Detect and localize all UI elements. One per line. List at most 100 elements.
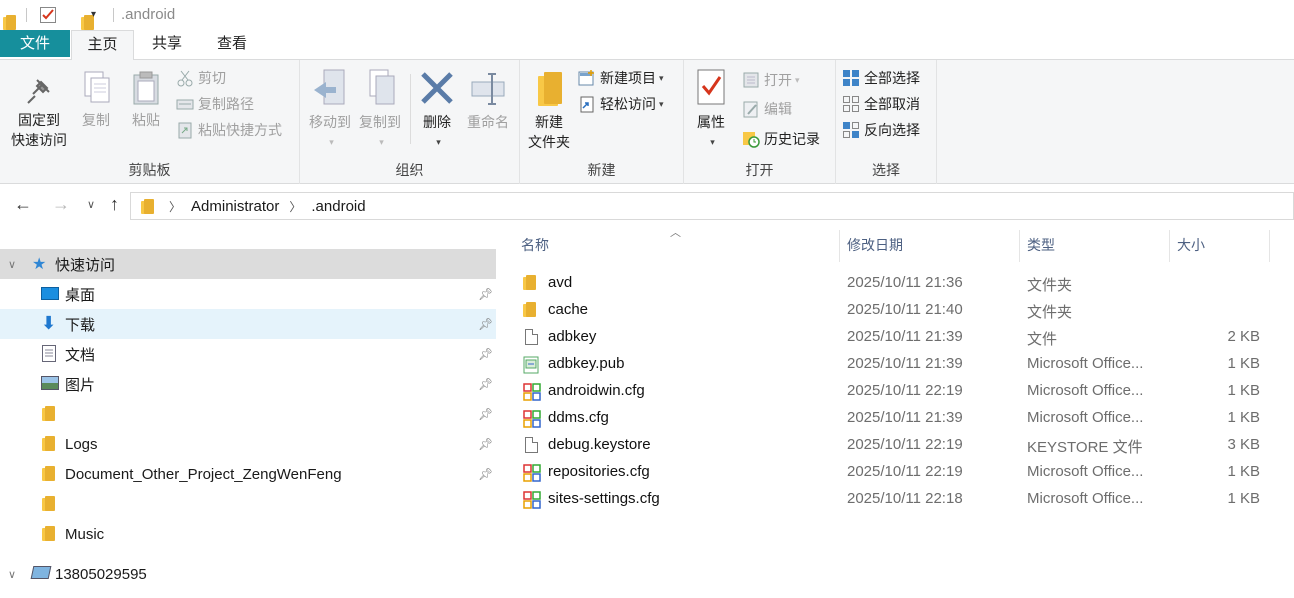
history-button[interactable]: 历史记录 [742,128,820,150]
column-header-type[interactable]: 类型 [1027,230,1167,268]
file-modified-date: 2025/10/11 21:40 [847,301,963,318]
column-divider[interactable] [839,230,840,262]
copy-to-button[interactable]: 复制到 ▾ [354,68,406,152]
nav-item-documents[interactable]: 文档 📌︎ [0,339,496,369]
chevron-down-icon: ▾ [329,137,334,147]
copy-path-icon [176,95,194,113]
pin-icon[interactable]: 📌︎ [478,407,493,421]
pin-icon[interactable]: 📌︎ [478,287,493,301]
address-bar[interactable]: 〉 Administrator 〉 .android [130,192,1294,220]
back-arrow-icon[interactable]: ← [14,194,32,215]
file-row[interactable]: androidwin.cfg 2025/10/11 22:19 Microsoft … [505,378,1294,405]
group-label-clipboard: 剪贴板 [128,162,171,178]
pin-icon[interactable]: 📌︎ [478,347,493,361]
file-type: Microsoft Office... [1027,463,1144,480]
file-row[interactable]: cache 2025/10/11 21:40 文件夹 [505,297,1294,324]
paste-button[interactable]: 粘贴 [124,70,168,130]
tab-file[interactable]: 文件 [0,30,70,57]
delete-button[interactable]: 删除 ▾ [414,68,460,152]
group-label-new: 新建 [587,162,616,178]
pin-icon[interactable]: 📌︎ [478,317,493,331]
new-folder-button[interactable]: 新建 文件夹 [524,70,574,152]
file-modified-date: 2025/10/11 22:18 [847,490,963,507]
file-row[interactable]: debug.keystore 2025/10/11 22:19 KEYSTORE 文… [505,432,1294,459]
file-icon [523,437,539,453]
tab-home[interactable]: 主页 [71,30,134,61]
nav-item-folder[interactable]: 📌︎ [0,399,496,429]
breadcrumb-separator[interactable]: 〉 [289,198,301,215]
nav-item-desktop[interactable]: 桌面 📌︎ [0,279,496,309]
file-row[interactable]: adbkey.pub 2025/10/11 21:39 Microsoft Offi… [505,351,1294,378]
column-divider[interactable] [1019,230,1020,262]
file-row[interactable]: adbkey 2025/10/11 21:39 文件 2 KB [505,324,1294,351]
copy-button[interactable]: 复制 [76,70,116,130]
nav-item-project-folder[interactable]: Document_Other_Project_ZengWenFeng 📌︎ [0,459,496,489]
easy-access-button[interactable]: 轻松访问 ▾ [578,93,664,115]
cut-button[interactable]: 剪切 [176,67,226,89]
forward-arrow-icon[interactable]: → [52,194,70,215]
column-header-modified[interactable]: 修改日期 [847,230,1017,268]
file-row[interactable]: ddms.cfg 2025/10/11 21:39 Microsoft Office… [505,405,1294,432]
column-divider[interactable] [1169,230,1170,262]
config-file-icon [523,464,541,482]
properties-button[interactable]: 属性 ▾ [690,68,732,152]
new-item-button[interactable]: 新建项目 ▾ [578,67,664,89]
nav-item-logs[interactable]: Logs 📌︎ [0,429,496,459]
paste-shortcut-button[interactable]: 粘贴快捷方式 [176,119,282,141]
chevron-down-icon: ▾ [436,137,441,147]
up-arrow-icon[interactable]: ↑ [110,194,119,215]
invert-selection-button[interactable]: 反向选择 [842,119,920,141]
select-none-button[interactable]: 全部取消 [842,93,920,115]
group-organize: 移动到 ▾ 复制到 ▾ 删除 ▾ 重命名 组织 [300,60,520,184]
edit-button[interactable]: 编辑 [742,98,792,120]
nav-this-pc[interactable]: ∨ 13805029595 [0,559,496,589]
properties-check-icon[interactable] [40,7,56,23]
rename-icon [470,68,506,108]
customize-toolbar-icon[interactable]: ▾ [91,9,107,25]
tab-share[interactable]: 共享 [136,30,198,60]
expand-chevron-icon[interactable]: ∨ [8,258,16,271]
nav-item-music[interactable]: Music [0,519,496,549]
file-type: 文件 [1027,331,1058,348]
breadcrumb-android[interactable]: .android [311,198,365,215]
file-name: androidwin.cfg [548,382,645,399]
nav-quick-access[interactable]: ∨ ★ 快速访问 [0,249,496,279]
column-header-name[interactable]: 名称 [521,230,837,268]
nav-item-folder[interactable] [0,489,496,519]
file-icon [523,329,539,345]
copy-path-label: 复制路径 [198,96,254,112]
breadcrumb-administrator[interactable]: Administrator [191,198,279,215]
select-all-button[interactable]: 全部选择 [842,67,920,89]
column-header-size[interactable]: 大小 [1177,230,1269,268]
group-new: 新建 文件夹 新建项目 ▾ 轻松访问 ▾ 新建 [520,60,684,184]
select-all-icon [842,69,860,87]
column-divider[interactable] [1269,230,1270,262]
file-row[interactable]: avd 2025/10/11 21:36 文件夹 [505,270,1294,297]
recent-locations-chevron-icon[interactable]: ∨ [87,198,95,211]
config-file-icon [523,383,541,401]
nav-item-downloads[interactable]: ⬇ 下载 📌︎ [0,309,496,339]
move-to-button[interactable]: 移动到 ▾ [304,68,356,152]
pin-icon[interactable]: 📌︎ [478,377,493,391]
file-row[interactable]: repositories.cfg 2025/10/11 22:19 Microsof… [505,459,1294,486]
pin-icon[interactable]: 📌︎ [478,467,493,481]
delete-x-icon [419,68,455,108]
folder-icon [42,466,56,481]
paste-icon [129,70,163,106]
chevron-down-icon: ▾ [659,98,664,109]
nav-item-pictures[interactable]: 图片 📌︎ [0,369,496,399]
open-button[interactable]: 打开 ▾ [742,69,800,91]
pin-to-quick-access-button[interactable]: 固定到 快速访问 [4,74,74,150]
move-to-label: 移动到 [309,114,351,130]
tab-view[interactable]: 查看 [200,30,264,60]
file-row[interactable]: sites-settings.cfg 2025/10/11 22:18 Micros… [505,486,1294,513]
copy-path-button[interactable]: 复制路径 [176,93,254,115]
expand-chevron-icon[interactable]: ∨ [8,568,16,581]
documents-icon [42,345,56,362]
desktop-icon [41,287,59,300]
new-item-label: 新建项目 [600,70,656,86]
file-name: adbkey.pub [548,355,625,372]
rename-button[interactable]: 重命名 [462,68,514,132]
breadcrumb-separator[interactable]: 〉 [169,198,181,215]
pin-icon[interactable]: 📌︎ [478,437,493,451]
